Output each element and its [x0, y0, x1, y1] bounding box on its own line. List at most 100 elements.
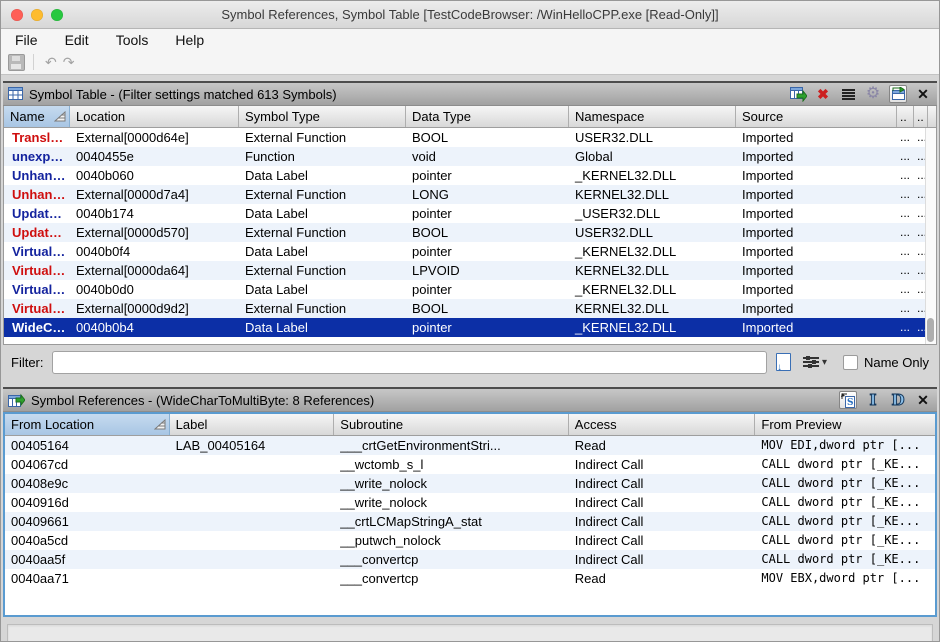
reference-row[interactable]: 0040916d__write_nolockIndirect CallCALL …	[5, 493, 935, 512]
symbol-row[interactable]: Transl…External[0000d64e]External Functi…	[4, 128, 936, 147]
settings-gear-icon[interactable]: ⚙	[864, 85, 882, 103]
symbol-mode-icon[interactable]: S	[839, 391, 857, 409]
symbol-row[interactable]: Updat…External[0000d570]External Functio…	[4, 223, 936, 242]
column-header-namespace[interactable]: Namespace	[569, 106, 736, 127]
reference-row[interactable]: 0040aa71___convertcpReadMOV EBX,dword pt…	[5, 569, 935, 588]
title-bar: Symbol References, Symbol Table [TestCod…	[1, 1, 939, 29]
close-panel-icon[interactable]: ✕	[914, 391, 932, 409]
table-cell: 00408e9c	[5, 474, 170, 493]
table-cell: ...	[897, 242, 914, 261]
table-cell: 0040aa71	[5, 569, 170, 588]
table-cell: External Function	[239, 299, 406, 318]
table-cell: External Function	[239, 185, 406, 204]
table-cell: ...	[897, 280, 914, 299]
vertical-scrollbar[interactable]	[925, 128, 936, 344]
table-cell: Virtual…	[4, 261, 70, 280]
column-header-from-location[interactable]: From Location	[5, 414, 170, 435]
instruction-references-icon[interactable]: I	[864, 391, 882, 409]
column-header-source[interactable]: Source	[736, 106, 897, 127]
name-only-checkbox[interactable]	[843, 355, 858, 370]
traffic-lights	[11, 9, 63, 21]
reference-row[interactable]: 0040aa5f___convertcpIndirect CallCALL dw…	[5, 550, 935, 569]
table-cell: __write_nolock	[334, 474, 569, 493]
symbol-row[interactable]: Virtual…External[0000d9d2]External Funct…	[4, 299, 936, 318]
table-cell: Imported	[736, 280, 897, 299]
table-cell: Unhan…	[4, 166, 70, 185]
column-header-name[interactable]: Name	[4, 106, 70, 127]
symbol-row[interactable]: Virtual…External[0000da64]External Funct…	[4, 261, 936, 280]
status-bar	[7, 624, 933, 642]
table-cell: CALL dword ptr [_KE...	[755, 550, 935, 569]
reference-row[interactable]: 0040a5cd__putwch_nolockIndirect CallCALL…	[5, 531, 935, 550]
table-cell: ...	[897, 147, 914, 166]
table-cell: 0040b060	[70, 166, 239, 185]
close-window-button[interactable]	[11, 9, 23, 21]
filter-input[interactable]	[52, 351, 767, 374]
column-header-data-type[interactable]: Data Type	[406, 106, 569, 127]
scrollbar-thumb[interactable]	[927, 318, 934, 342]
table-cell: ___convertcp	[334, 569, 569, 588]
column-header-location[interactable]: Location	[70, 106, 239, 127]
snapshot-table-icon[interactable]	[889, 85, 907, 103]
table-cell: 0040aa5f	[5, 550, 170, 569]
table-cell: External[0000d570]	[70, 223, 239, 242]
filter-list-icon[interactable]	[839, 85, 857, 103]
data-references-icon[interactable]: D	[889, 391, 907, 409]
menu-item-edit[interactable]: Edit	[65, 32, 89, 48]
menu-bar: File Edit Tools Help	[1, 29, 939, 50]
symbol-row[interactable]: Unhan…0040b060Data Labelpointer_KERNEL32…	[4, 166, 936, 185]
table-cell: Imported	[736, 299, 897, 318]
symbol-row[interactable]: Unhan…External[0000d7a4]External Functio…	[4, 185, 936, 204]
table-cell: Function	[239, 147, 406, 166]
table-cell	[170, 474, 335, 493]
undo-icon[interactable]: ↶	[45, 55, 57, 69]
window-title: Symbol References, Symbol Table [TestCod…	[1, 7, 939, 22]
save-icon[interactable]	[8, 54, 25, 71]
table-cell: Virtual…	[4, 280, 70, 299]
redo-icon[interactable]: ↷	[63, 55, 75, 69]
column-header-subroutine[interactable]: Subroutine	[334, 414, 569, 435]
table-cell: LPVOID	[406, 261, 569, 280]
make-selection-icon[interactable]	[789, 85, 807, 103]
table-cell: pointer	[406, 280, 569, 299]
table-cell: Imported	[736, 204, 897, 223]
close-panel-icon[interactable]: ✕	[914, 85, 932, 103]
chevron-down-icon[interactable]: ▾	[822, 357, 827, 368]
table-cell	[170, 550, 335, 569]
zoom-window-button[interactable]	[51, 9, 63, 21]
table-cell: Indirect Call	[569, 455, 756, 474]
symbol-row[interactable]: WideC…0040b0b4Data Labelpointer_KERNEL32…	[4, 318, 936, 337]
table-cell: Data Label	[239, 280, 406, 299]
table-cell: _KERNEL32.DLL	[569, 242, 736, 261]
table-cell: Imported	[736, 128, 897, 147]
symbol-row[interactable]: unexp…0040455eFunctionvoidGlobalImported…	[4, 147, 936, 166]
menu-item-help[interactable]: Help	[175, 32, 204, 48]
column-header--[interactable]: ..	[897, 106, 914, 127]
filter-clear-icon[interactable]: ↓	[776, 353, 791, 371]
reference-row[interactable]: 004067cd__wctomb_s_lIndirect CallCALL dw…	[5, 455, 935, 474]
table-cell: void	[406, 147, 569, 166]
symbol-row[interactable]: Virtual…0040b0f4Data Labelpointer_KERNEL…	[4, 242, 936, 261]
symbol-row[interactable]: Updat…0040b174Data Labelpointer_USER32.D…	[4, 204, 936, 223]
reference-row[interactable]: 00405164LAB_00405164___crtGetEnvironment…	[5, 436, 935, 455]
minimize-window-button[interactable]	[31, 9, 43, 21]
column-header-symbol-type[interactable]: Symbol Type	[239, 106, 406, 127]
column-header-label[interactable]: Label	[170, 414, 335, 435]
menu-item-tools[interactable]: Tools	[116, 32, 149, 48]
delete-icon[interactable]: ✖	[814, 85, 832, 103]
menu-item-file[interactable]: File	[15, 32, 38, 48]
table-cell: ...	[897, 128, 914, 147]
symbol-row[interactable]: Virtual…0040b0d0Data Labelpointer_KERNEL…	[4, 280, 936, 299]
table-cell: Imported	[736, 147, 897, 166]
table-cell: ...	[897, 166, 914, 185]
column-header-from-preview[interactable]: From Preview	[755, 414, 935, 435]
reference-row[interactable]: 00408e9c__write_nolockIndirect CallCALL …	[5, 474, 935, 493]
column-header--[interactable]: ..	[914, 106, 928, 127]
table-cell: Imported	[736, 166, 897, 185]
column-header-access[interactable]: Access	[569, 414, 756, 435]
table-cell	[170, 455, 335, 474]
table-cell: 00405164	[5, 436, 170, 455]
filter-options-icon[interactable]	[803, 356, 819, 369]
table-cell: pointer	[406, 204, 569, 223]
reference-row[interactable]: 00409661__crtLCMapStringA_statIndirect C…	[5, 512, 935, 531]
